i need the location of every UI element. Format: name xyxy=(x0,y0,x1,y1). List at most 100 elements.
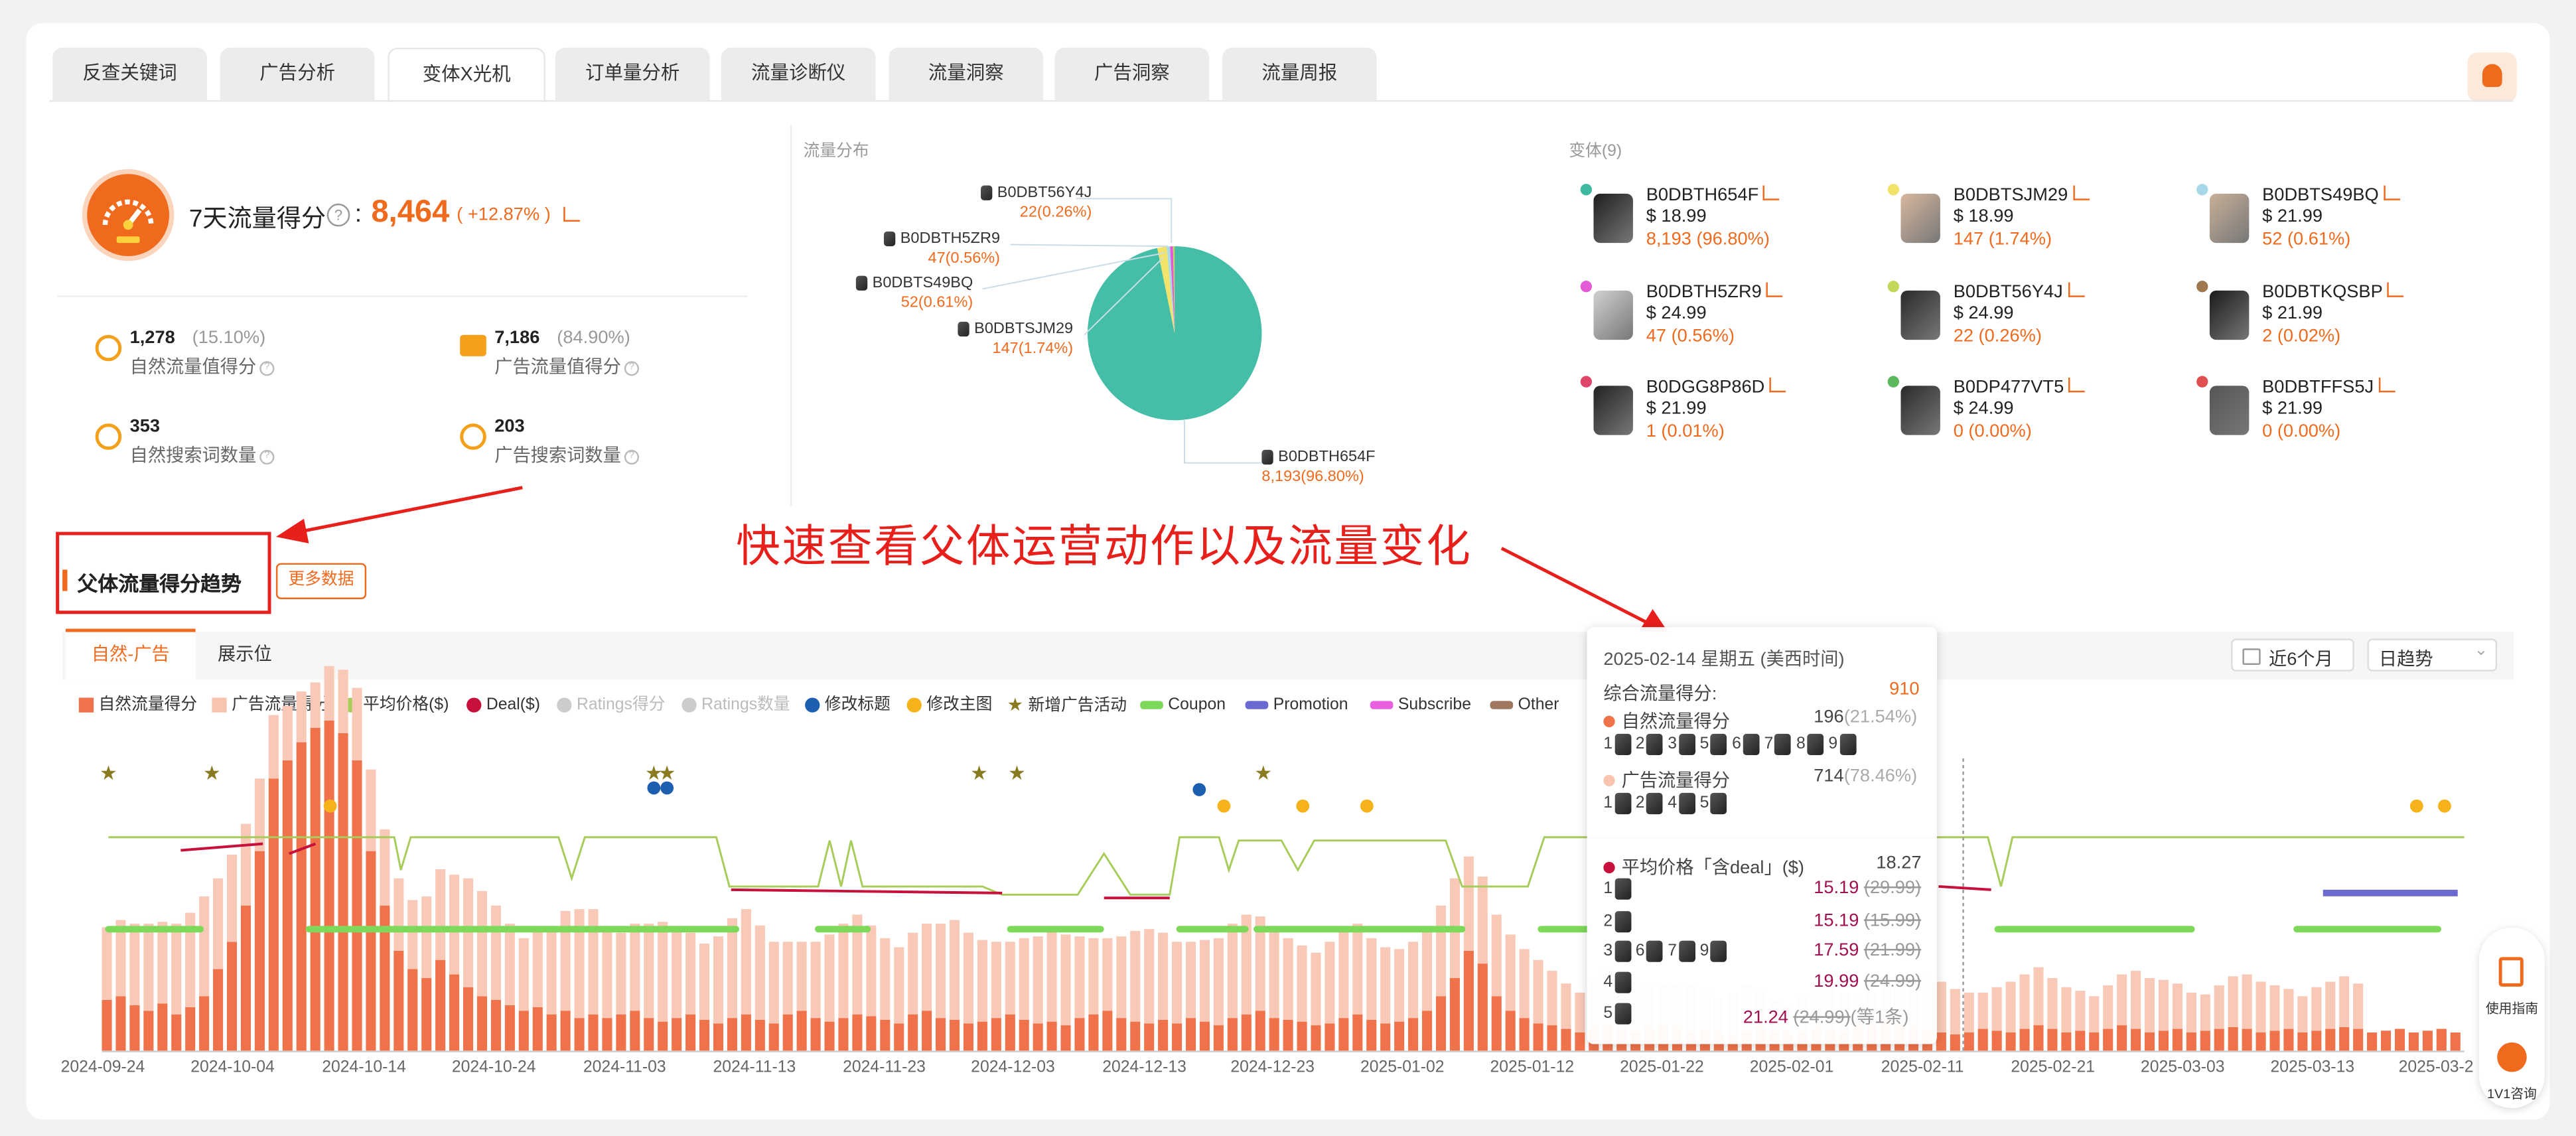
bar-organic[interactable] xyxy=(1269,1018,1279,1051)
bar-ad[interactable] xyxy=(157,922,168,1004)
bar-organic[interactable] xyxy=(616,1014,626,1051)
bar-ad[interactable] xyxy=(1311,952,1321,1026)
bar-organic[interactable] xyxy=(894,1023,904,1051)
bar-ad[interactable] xyxy=(352,687,362,760)
bar-organic[interactable] xyxy=(949,1019,960,1051)
event-image-change[interactable] xyxy=(323,799,337,813)
bar-organic[interactable] xyxy=(2047,1029,2058,1051)
event-new-campaign[interactable]: ★ xyxy=(203,762,221,784)
bar-ad[interactable] xyxy=(2325,981,2336,1029)
bar-ad[interactable] xyxy=(685,932,696,1015)
bar-ad[interactable] xyxy=(171,923,182,1015)
bar-organic[interactable] xyxy=(2158,1030,2169,1051)
bar-ad[interactable] xyxy=(296,691,307,743)
bar-ad[interactable] xyxy=(574,909,585,1019)
bar-ad[interactable] xyxy=(2158,979,2169,1031)
bar-ad[interactable] xyxy=(1491,914,1502,997)
bar-ad[interactable] xyxy=(1060,934,1071,1026)
bar-ad[interactable] xyxy=(1213,938,1224,1026)
bar-organic[interactable] xyxy=(1519,1018,1530,1051)
bar-ad[interactable] xyxy=(1019,938,1029,1020)
bar-organic[interactable] xyxy=(532,1007,543,1051)
bar-organic[interactable] xyxy=(1366,1019,1377,1051)
bar-organic[interactable] xyxy=(1005,1014,1015,1051)
bar-organic[interactable] xyxy=(1144,1023,1155,1051)
bar-organic[interactable] xyxy=(2103,1029,2113,1051)
bar-organic[interactable] xyxy=(421,978,432,1051)
bar-ad[interactable] xyxy=(672,927,682,1019)
bar-ad[interactable] xyxy=(1991,987,2002,1031)
bar-organic[interactable] xyxy=(1936,1032,1946,1051)
bar-ad[interactable] xyxy=(2103,985,2113,1029)
bar-organic[interactable] xyxy=(1380,1023,1391,1051)
bar-organic[interactable] xyxy=(2339,1027,2350,1051)
bar-ad[interactable] xyxy=(1102,938,1113,1011)
bar-organic[interactable] xyxy=(810,1018,821,1051)
bar-organic[interactable] xyxy=(1074,1018,1085,1051)
bar-organic[interactable] xyxy=(449,974,460,1051)
bar-ad[interactable] xyxy=(240,823,251,906)
bar-ad[interactable] xyxy=(2172,983,2182,1029)
bar-ad[interactable] xyxy=(2297,996,2308,1033)
bar-ad[interactable] xyxy=(2353,983,2364,1029)
bar-ad[interactable] xyxy=(1435,905,1447,997)
bar-organic[interactable] xyxy=(602,1018,612,1051)
bar-organic[interactable] xyxy=(2061,1032,2072,1051)
bar-ad[interactable] xyxy=(102,927,112,1000)
bar-ad[interactable] xyxy=(796,942,807,1011)
bar-ad[interactable] xyxy=(2200,994,2210,1031)
consult-label[interactable]: 1V1咨询 xyxy=(2479,1085,2545,1103)
bar-ad[interactable] xyxy=(1936,981,1946,1033)
bar-organic[interactable] xyxy=(936,1018,946,1051)
bar-organic[interactable] xyxy=(768,1023,779,1051)
bar-ad[interactable] xyxy=(1130,930,1141,1022)
bar-organic[interactable] xyxy=(254,851,265,1051)
bar-organic[interactable] xyxy=(1991,1030,2002,1051)
bar-organic[interactable] xyxy=(199,996,210,1051)
bar-ad[interactable] xyxy=(1033,936,1043,1024)
bar-ad[interactable] xyxy=(754,925,765,1020)
bar-organic[interactable] xyxy=(2172,1029,2182,1051)
event-title-change[interactable] xyxy=(647,781,661,795)
bar-organic[interactable] xyxy=(2005,1032,2016,1051)
bar-organic[interactable] xyxy=(2089,1032,2100,1051)
bar-ad[interactable] xyxy=(1283,938,1293,1020)
bar-ad[interactable] xyxy=(644,923,654,1019)
event-new-campaign[interactable]: ★ xyxy=(100,762,117,784)
bar-organic[interactable] xyxy=(796,1011,807,1051)
bar-organic[interactable] xyxy=(2450,1032,2461,1051)
bar-ad[interactable] xyxy=(1074,936,1085,1019)
bar-organic[interactable] xyxy=(1449,978,1460,1051)
bar-ad[interactable] xyxy=(1005,942,1015,1015)
line-deal[interactable] xyxy=(1938,885,1991,891)
bar-ad[interactable] xyxy=(963,932,973,1024)
bar-organic[interactable] xyxy=(1352,1014,1363,1051)
bar-organic[interactable] xyxy=(1130,1021,1141,1051)
bar-organic[interactable] xyxy=(2311,1030,2322,1051)
bar-ad[interactable] xyxy=(1158,932,1169,1020)
bar-ad[interactable] xyxy=(741,909,751,1015)
event-new-campaign[interactable]: ★ xyxy=(1255,762,1273,784)
bar-ad[interactable] xyxy=(310,682,321,728)
bar-ad[interactable] xyxy=(394,878,404,951)
bar-ad[interactable] xyxy=(338,670,348,733)
event-image-change[interactable] xyxy=(2409,799,2423,813)
bar-ad[interactable] xyxy=(2047,978,2058,1029)
bar-organic[interactable] xyxy=(143,1011,154,1051)
bar-ad[interactable] xyxy=(532,930,543,1007)
bar-ad[interactable] xyxy=(866,925,877,1017)
bar-organic[interactable] xyxy=(518,1011,529,1051)
bar-ad[interactable] xyxy=(602,927,612,1019)
bar-ad[interactable] xyxy=(782,942,793,1015)
bar-ad[interactable] xyxy=(2255,981,2266,1033)
bar-ad[interactable] xyxy=(1185,942,1196,1019)
bar-ad[interactable] xyxy=(366,769,376,851)
bar-ad[interactable] xyxy=(1297,945,1307,1022)
bar-organic[interactable] xyxy=(782,1014,793,1051)
bar-organic[interactable] xyxy=(1088,1014,1099,1051)
bar-organic[interactable] xyxy=(754,1019,765,1051)
guide-icon[interactable] xyxy=(2498,957,2524,987)
bar-organic[interactable] xyxy=(1172,1023,1182,1051)
bar-ad[interactable] xyxy=(1366,938,1377,1020)
bar-organic[interactable] xyxy=(2117,1025,2127,1051)
